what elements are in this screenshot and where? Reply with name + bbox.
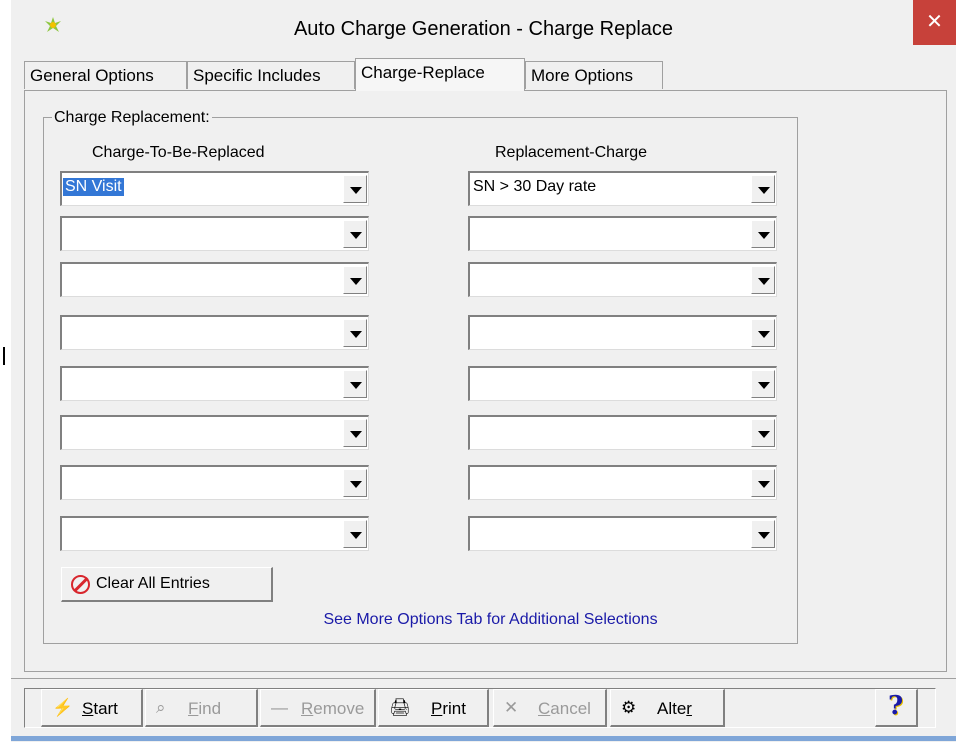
binoculars-icon: ⌕ [156, 698, 166, 717]
chevron-down-icon[interactable] [751, 220, 775, 248]
alter-button[interactable]: ⚙ Alter [610, 689, 725, 727]
help-icon: ? [888, 691, 904, 721]
cancel-label: Cancel [538, 699, 591, 718]
replacement-charge-select[interactable]: SN > 30 Day rate [468, 171, 777, 206]
cancel-button[interactable]: ✕ Cancel [493, 689, 607, 727]
combo-value: SN > 30 Day rate [473, 178, 597, 195]
chevron-down-icon[interactable] [343, 220, 367, 248]
chevron-down-icon[interactable] [751, 419, 775, 447]
frame-marker [3, 347, 5, 365]
chevron-down-icon[interactable] [343, 319, 367, 347]
print-button[interactable]: 🖨 Print [378, 689, 489, 727]
clear-button-label: Clear All Entries [96, 575, 210, 592]
replacement-charge-select[interactable] [468, 366, 777, 401]
column-header-charge-to-be-replaced: Charge-To-Be-Replaced [92, 144, 265, 161]
charge-to-be-replaced-select[interactable]: SN Visit [60, 171, 369, 206]
chevron-down-icon[interactable] [751, 469, 775, 497]
chevron-down-icon[interactable] [343, 175, 367, 203]
chevron-down-icon[interactable] [343, 469, 367, 497]
chevron-down-icon[interactable] [343, 266, 367, 294]
prohibited-icon [71, 575, 90, 594]
replacement-charge-select[interactable] [468, 315, 777, 350]
chevron-down-icon[interactable] [751, 520, 775, 548]
chevron-down-icon[interactable] [343, 520, 367, 548]
tab-general-options[interactable]: General Options [24, 61, 187, 89]
clear-all-entries-button[interactable]: Clear All Entries [61, 567, 273, 602]
alter-icon: ⚙ [621, 698, 637, 717]
remove-label: Remove [301, 699, 365, 718]
minus-icon: — [271, 698, 288, 717]
more-options-note: See More Options Tab for Additional Sele… [323, 611, 658, 628]
remove-button[interactable]: — Remove [260, 689, 376, 727]
start-label: Start [82, 699, 118, 718]
charge-to-be-replaced-select[interactable] [60, 216, 369, 251]
chevron-down-icon[interactable] [343, 419, 367, 447]
close-button[interactable]: ✕ [913, 0, 956, 45]
chevron-down-icon[interactable] [343, 370, 367, 398]
window-title: Auto Charge Generation - Charge Replace [293, 18, 674, 40]
chevron-down-icon[interactable] [751, 370, 775, 398]
replacement-charge-select[interactable] [468, 216, 777, 251]
charge-to-be-replaced-select[interactable] [60, 516, 369, 551]
chevron-down-icon[interactable] [751, 319, 775, 347]
find-label: Find [188, 699, 222, 718]
dialog-window: Auto Charge Generation - Charge Replace … [0, 0, 956, 742]
find-button[interactable]: ⌕ Find [145, 689, 258, 727]
chevron-down-icon[interactable] [751, 266, 775, 294]
x-icon: ✕ [504, 698, 519, 717]
help-button[interactable]: ? [875, 689, 918, 727]
charge-to-be-replaced-select[interactable] [60, 465, 369, 500]
print-label: Print [431, 699, 466, 718]
window-bottom-border [11, 736, 956, 741]
charge-to-be-replaced-select[interactable] [60, 315, 369, 350]
lightning-icon: ⚡ [52, 698, 74, 717]
start-button[interactable]: ⚡ Start [41, 689, 143, 727]
replacement-charge-select[interactable] [468, 465, 777, 500]
charge-to-be-replaced-select[interactable] [60, 262, 369, 297]
window-frame [0, 0, 11, 741]
charge-to-be-replaced-select[interactable] [60, 366, 369, 401]
tab-specific-includes[interactable]: Specific Includes [187, 61, 355, 89]
combo-value: SN Visit [63, 178, 124, 196]
replacement-charge-select[interactable] [468, 262, 777, 297]
printer-icon: 🖨 [389, 698, 411, 717]
replacement-charge-select[interactable] [468, 415, 777, 450]
charge-to-be-replaced-select[interactable] [60, 415, 369, 450]
chevron-down-icon[interactable] [751, 175, 775, 203]
tab-charge-replace[interactable]: Charge-Replace [355, 58, 525, 91]
column-header-replacement-charge: Replacement-Charge [495, 144, 648, 161]
tab-more-options[interactable]: More Options [525, 61, 663, 89]
title-bar: Auto Charge Generation - Charge Replace … [11, 0, 956, 58]
group-legend: Charge Replacement: [52, 109, 212, 127]
replacement-charge-select[interactable] [468, 516, 777, 551]
alter-label: Alter [657, 699, 692, 718]
